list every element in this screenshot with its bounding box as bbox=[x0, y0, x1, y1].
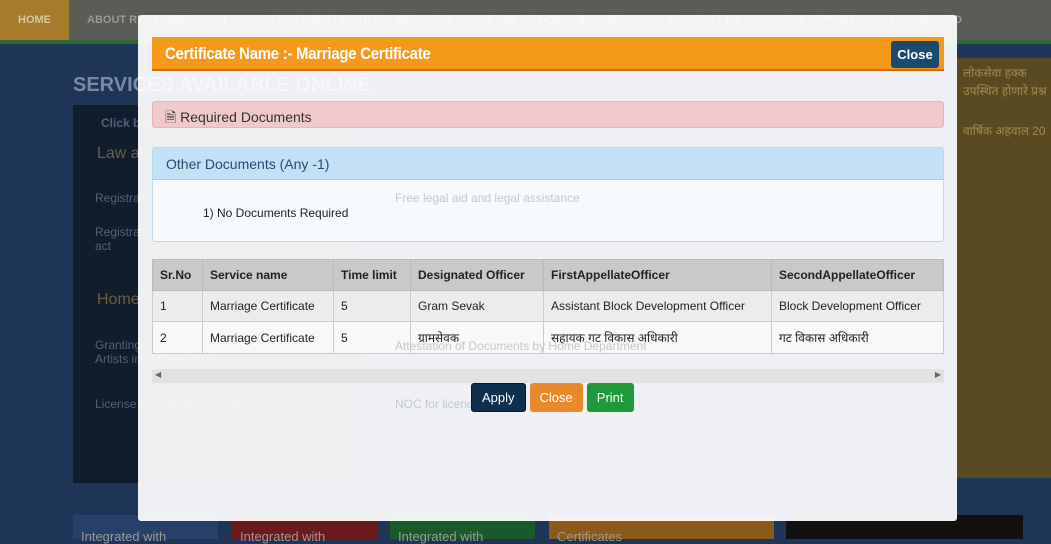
apply-button[interactable]: Apply bbox=[471, 383, 526, 412]
cell: Gram Sevak bbox=[410, 290, 544, 322]
no-documents-text: 1) No Documents Required bbox=[203, 206, 349, 220]
cell: गट विकास अधिकारी bbox=[771, 321, 944, 354]
scroll-left-icon[interactable]: ◀ bbox=[155, 370, 161, 379]
col-srno: Sr.No bbox=[152, 259, 203, 291]
table-row: 1 Marriage Certificate 5 Gram Sevak Assi… bbox=[152, 290, 944, 322]
close-button[interactable]: Close bbox=[529, 383, 583, 412]
right-link[interactable]: वार्षिक अहवाल 20 bbox=[963, 122, 1046, 139]
other-documents-heading: Other Documents (Any -1) bbox=[153, 148, 943, 180]
close-top-button[interactable]: Close bbox=[891, 41, 939, 68]
print-button[interactable]: Print bbox=[586, 383, 634, 412]
cell: Assistant Block Development Officer bbox=[543, 290, 772, 322]
nav-home[interactable]: HOME bbox=[0, 0, 69, 42]
col-service: Service name bbox=[202, 259, 334, 291]
col-designated: Designated Officer bbox=[410, 259, 544, 291]
service-link[interactable]: Attestation of Documents by Home Departm… bbox=[395, 339, 646, 353]
action-buttons: Apply Close Print bbox=[471, 383, 634, 412]
col-second: SecondAppellateOfficer bbox=[771, 259, 944, 291]
service-link[interactable]: Free legal aid and legal assistance bbox=[395, 191, 580, 205]
document-icon: 🗎 bbox=[165, 109, 177, 125]
horizontal-scrollbar[interactable]: ◀ ▶ bbox=[152, 369, 944, 383]
service-link[interactable]: NOC for licence bbox=[395, 397, 480, 411]
cell: Block Development Officer bbox=[771, 290, 944, 322]
required-documents-bar: 🗎 Required Documents bbox=[152, 101, 944, 128]
certificate-modal: Certificate Name :- Marriage Certificate… bbox=[138, 15, 957, 521]
cell: 5 bbox=[333, 290, 411, 322]
modal-header: Certificate Name :- Marriage Certificate… bbox=[152, 37, 944, 71]
col-first: FirstAppellateOfficer bbox=[543, 259, 772, 291]
right-link[interactable]: उपस्थित होणारे प्रश्न bbox=[963, 82, 1047, 99]
required-documents-label: Required Documents bbox=[180, 109, 312, 125]
col-time: Time limit bbox=[333, 259, 411, 291]
cell: 2 bbox=[152, 321, 203, 354]
scroll-right-icon[interactable]: ▶ bbox=[935, 370, 941, 379]
right-column: लोकसेवा हक्क उपस्थित होणारे प्रश्न वार्ष… bbox=[957, 58, 1051, 478]
modal-title: Certificate Name :- Marriage Certificate bbox=[165, 44, 431, 63]
right-link[interactable]: लोकसेवा हक्क bbox=[963, 64, 1027, 81]
cell: Marriage Certificate bbox=[202, 321, 334, 354]
cell: Marriage Certificate bbox=[202, 290, 334, 322]
cell: 1 bbox=[152, 290, 203, 322]
